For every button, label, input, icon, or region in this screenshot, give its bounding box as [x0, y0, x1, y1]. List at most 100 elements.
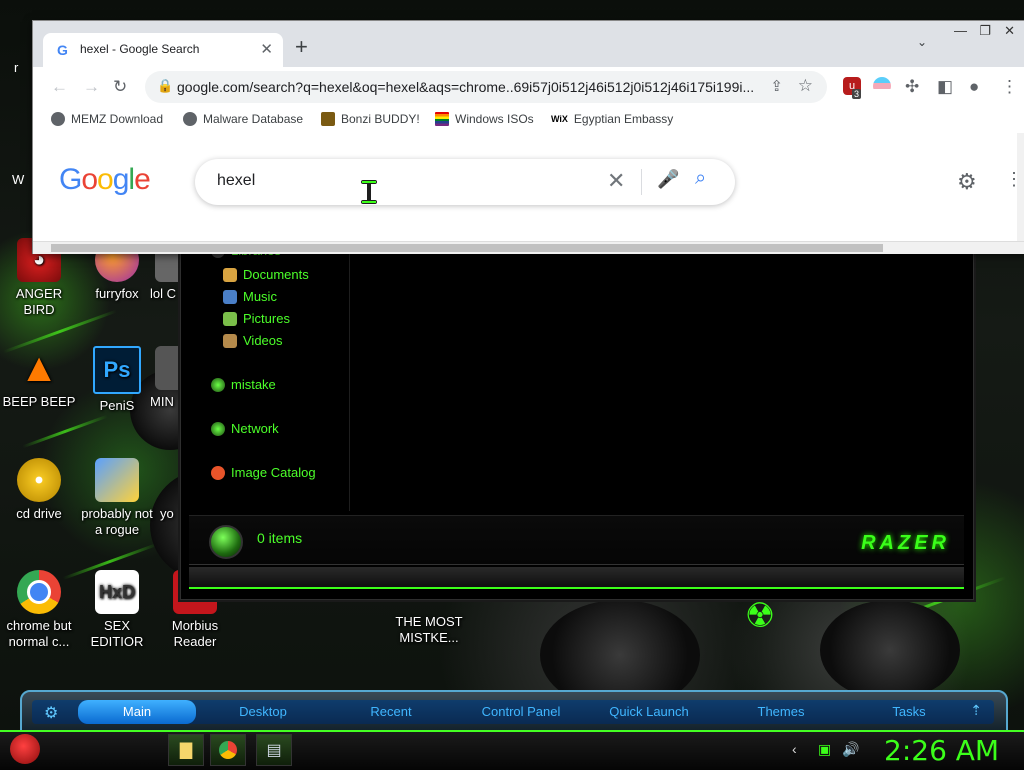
nav-item-network[interactable]: Network	[211, 421, 279, 436]
dock-item-control-panel[interactable]: Control Panel	[466, 704, 576, 719]
photoshop-icon: Ps	[93, 346, 141, 394]
bookmark-label: Malware Database	[203, 112, 304, 126]
address-bar[interactable]: 🔒 google.com/search?q=hexel&oq=hexel&aqs…	[145, 71, 827, 103]
dock-item-recent[interactable]: Recent	[336, 704, 446, 719]
desktop-icon-cd-drive[interactable]: cd drive	[0, 458, 78, 522]
nav-item-documents[interactable]: Documents	[223, 267, 309, 282]
nav-item-label: Pictures	[243, 311, 290, 326]
google-favicon-icon: G	[57, 42, 68, 58]
volume-icon[interactable]: 🔊	[842, 741, 859, 758]
nav-item-label: Image Catalog	[231, 465, 316, 480]
url-text: google.com/search?q=hexel&oq=hexel&aqs=c…	[177, 79, 755, 95]
taskbar-explorer-button[interactable]: ▇	[168, 734, 204, 766]
profile-avatar-icon[interactable]: ●	[969, 77, 979, 97]
desktop-icon-probably-not-a-rogue[interactable]: probably not a rogue	[78, 458, 156, 538]
bookmark-windows-isos[interactable]: Windows ISOs	[435, 112, 534, 126]
bookmark-label: MEMZ Download	[71, 112, 164, 126]
bookmark-malware-database[interactable]: Malware Database	[183, 112, 303, 126]
vlc-cone-icon: ▲	[19, 346, 59, 390]
chrome-window: G hexel - Google Search ✕ + ⌄ — ❐ ✕ ← → …	[32, 20, 1024, 254]
bookmark-label: Egyptian Embassy	[573, 112, 674, 126]
close-window-button[interactable]: ✕	[1004, 23, 1015, 39]
bookmark-egyptian-embassy[interactable]: WiX Egyptian Embassy	[551, 112, 673, 126]
notepad-icon: ▤	[266, 742, 282, 759]
desktop-icon-chrome[interactable]: chrome but normal c...	[0, 570, 78, 650]
chrome-icon	[219, 741, 237, 759]
extensions-puzzle-icon[interactable]: ✣	[905, 77, 919, 97]
status-bar: 0 items RAZER	[189, 515, 964, 565]
taskbar-notepad-button[interactable]: ▤	[256, 734, 292, 766]
desktop-icon-label: chrome but normal c...	[6, 618, 72, 649]
bonzi-icon	[321, 112, 335, 126]
dock-item-main[interactable]: Main	[78, 700, 196, 724]
bookmark-star-icon[interactable]: ☆	[798, 76, 813, 96]
dock-expand-arrow-icon[interactable]: ⇡	[970, 702, 982, 719]
nav-item-videos[interactable]: Videos	[223, 333, 283, 348]
vertical-scrollbar[interactable]	[1017, 133, 1024, 241]
tab-google-search[interactable]: G hexel - Google Search ✕	[43, 33, 283, 67]
desktop-icon-label: BEEP BEEP	[2, 394, 76, 409]
voice-search-icon[interactable]: 🎤	[657, 169, 679, 190]
search-query: hexel	[217, 172, 256, 189]
explorer-bottom-bar	[189, 567, 964, 589]
dock-item-themes[interactable]: Themes	[726, 704, 836, 719]
nav-item-label: mistake	[231, 377, 276, 392]
partial-icon-label: r	[14, 60, 19, 75]
menu-dots-icon[interactable]: ⋮	[1001, 77, 1018, 97]
tab-strip: G hexel - Google Search ✕ + ⌄ — ❐ ✕	[33, 21, 1024, 67]
new-tab-button[interactable]: +	[295, 34, 308, 60]
desktop-icon-beep-beep[interactable]: ▲ BEEP BEEP	[0, 346, 78, 410]
clock[interactable]: 2:26 AM	[884, 734, 999, 767]
radiation-icon: ☢	[744, 597, 776, 635]
google-logo[interactable]: Google	[59, 163, 151, 197]
dock-settings-gear-icon[interactable]: ⚙	[44, 703, 58, 723]
bookmark-bonzi-buddy[interactable]: Bonzi BUDDY!	[321, 112, 420, 126]
search-divider	[641, 169, 642, 195]
nav-item-pictures[interactable]: Pictures	[223, 311, 290, 326]
bookmark-label: Windows ISOs	[455, 112, 534, 126]
dock-item-tasks[interactable]: Tasks	[854, 704, 964, 719]
tab-search-chevron-icon[interactable]: ⌄	[917, 35, 927, 49]
navigation-pane: Libraries Documents Music Pictures Video…	[189, 243, 350, 511]
back-icon[interactable]: ←	[51, 77, 68, 97]
forward-icon[interactable]: →	[83, 77, 100, 97]
taskbar: ▇ ▤ ‹ ▣ 🔊 2:26 AM	[0, 730, 1024, 770]
nav-item-label: Documents	[243, 267, 309, 282]
bookmark-memz-download[interactable]: MEMZ Download	[51, 112, 163, 126]
close-tab-icon[interactable]: ✕	[260, 40, 273, 58]
settings-gear-icon[interactable]: ⚙	[957, 169, 977, 195]
side-panel-icon[interactable]: ◧	[937, 77, 953, 97]
share-icon[interactable]: ⇪	[770, 77, 783, 95]
maximize-button[interactable]: ❐	[979, 23, 991, 39]
tab-title: hexel - Google Search	[80, 42, 200, 56]
pictures-icon	[223, 311, 237, 326]
nav-item-label: Videos	[243, 333, 283, 348]
toolbar: ← → ↻ 🔒 google.com/search?q=hexel&oq=hex…	[33, 67, 1024, 107]
flag-extension-icon[interactable]	[873, 77, 891, 95]
start-button-angry-bird-icon[interactable]	[10, 728, 46, 766]
computer-icon	[211, 377, 225, 392]
search-box[interactable]: hexel ✕ 🎤 ⌕	[195, 159, 735, 205]
taskbar-chrome-button[interactable]	[210, 734, 246, 766]
nav-item-image-catalog[interactable]: Image Catalog	[211, 465, 316, 480]
nav-item-mistake[interactable]: mistake	[211, 377, 276, 392]
network-tray-icon[interactable]: ▣	[818, 741, 831, 758]
desktop-icon-penis[interactable]: Ps PeniS	[78, 346, 156, 414]
minimize-button[interactable]: —	[954, 23, 967, 38]
nav-item-music[interactable]: Music	[223, 289, 277, 304]
desktop-icon-label: furryfox	[95, 286, 139, 301]
tray-expand-icon[interactable]: ‹	[792, 741, 797, 757]
documents-icon	[223, 267, 237, 282]
rainbow-flag-icon	[435, 112, 449, 126]
horizontal-scrollbar[interactable]	[33, 241, 1024, 254]
globe-icon	[51, 112, 65, 126]
dock-item-quick-launch[interactable]: Quick Launch	[594, 704, 704, 719]
text-cursor-icon	[361, 180, 377, 204]
reload-icon[interactable]: ↻	[113, 77, 127, 97]
search-icon[interactable]: ⌕	[695, 167, 706, 190]
desktop-icon-sex-editior[interactable]: HxD SEX EDITIOR	[78, 570, 156, 650]
scrollbar-thumb[interactable]	[51, 244, 883, 252]
clear-search-icon[interactable]: ✕	[607, 168, 625, 194]
dock-item-desktop[interactable]: Desktop	[208, 704, 318, 719]
dock-bar: ⚙ Main Desktop Recent Control Panel Quic…	[32, 700, 994, 724]
